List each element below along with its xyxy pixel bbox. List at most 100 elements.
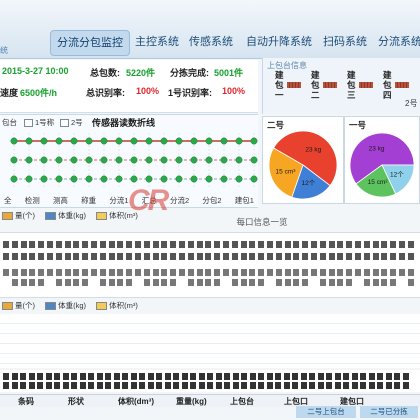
legend-item: 体重(kg) [45,301,86,311]
stats-panel: 2015-3-27 10:00 总包数: 5220件 分拣完成: 5001件 速… [0,60,258,113]
sensor-dot [25,156,33,164]
illegible-glyph-cell [368,382,375,389]
illegible-glyph-cell [223,253,229,260]
illegible-glyph-cell [346,279,353,286]
illegible-glyph-cell [205,241,212,248]
column-header: 形状 [68,397,84,406]
illegible-glyph-cell [275,382,281,389]
illegible-glyph-cell [205,253,212,260]
legend-item: 体积(m³) [96,301,138,311]
sensor-dot [205,137,213,145]
illegible-glyph-cell [64,241,71,248]
illegible-glyph-cell [135,269,141,276]
illegible-glyph-cell [249,269,256,276]
illegible-glyph-cell [241,373,247,380]
sensor-dot [10,175,18,183]
upload-station-title: 上包台信息 [267,61,307,70]
illegible-glyph-cell [105,382,111,389]
illegible-glyph-cell [96,382,103,389]
legend-swatch [2,212,13,221]
sensor-dot [220,175,228,183]
illegible-glyph-cell [198,373,205,380]
sensor-dot [145,156,153,164]
illegible-glyph-cell [317,373,324,380]
illegible-glyph-cell [122,373,128,380]
illegible-glyph-cell [196,269,203,276]
illegible-glyph-cell [249,241,256,248]
illegible-glyph-cell [363,253,370,260]
illegible-glyph-cell [91,269,97,276]
header-bar: 统 分流分包监控 主控系统 传感系统 自动升降系统 扫码系统 分流系统 [0,0,420,59]
illegible-glyph-cell [223,269,229,276]
tab-main-control[interactable]: 主控系统 [134,30,180,54]
datetime-value: 2015-3-27 10:00 [2,66,69,76]
legend-swatch [96,212,108,221]
illegible-glyph-cell [399,269,405,276]
legend-item: 1号称 [24,117,54,128]
illegible-glyph-cell [385,382,392,389]
illegible-glyph-cell [249,382,256,389]
illegible-glyph-cell [249,279,256,286]
sensor-dot [130,137,138,145]
illegible-glyph-cell [198,382,205,389]
illegible-glyph-cell [71,382,77,389]
destination-grid [0,232,420,298]
illegible-glyph-cell [187,253,194,260]
tab-auto-lift-system[interactable]: 自动升降系统 [245,30,313,54]
legend-swatch [45,302,57,311]
illegible-glyph-cell [82,269,89,276]
station-tag[interactable]: 二号上包台 [296,406,356,418]
illegible-glyph-cell [224,373,230,380]
sensor-dot [235,137,243,145]
chart-caption: 传感器读数折线 [92,118,156,128]
legend-label: 体重(kg) [58,211,87,220]
illegible-glyph-cell [328,279,335,286]
illegible-glyph-cell [161,253,168,260]
illegible-glyph-cell [45,382,52,389]
station-label: 建包一 [275,70,284,100]
sensor-dot [205,156,213,164]
sensor-dot [10,156,18,164]
illegible-glyph-cell [173,382,179,389]
illegible-glyph-cell [319,253,326,260]
illegible-glyph-cell [214,269,221,276]
illegible-glyph-cell [232,373,239,380]
illegible-glyph-cell [47,241,53,248]
illegible-glyph-cell [99,241,106,248]
station-tag[interactable]: 二号已分拣 [360,406,418,418]
sensor-dot [55,137,63,145]
illegible-glyph-cell [249,253,256,260]
illegible-glyph-cell [283,373,290,380]
illegible-glyph-cell [88,382,94,389]
column-header: 上包台 [230,397,254,406]
illegible-glyph-cell [300,373,307,380]
sensor-dot [175,137,183,145]
illegible-glyph-cell [381,279,388,286]
sensor-dot [100,137,108,145]
illegible-glyph-cell [161,279,168,286]
station-label: 建包三 [347,70,356,100]
illegible-glyph-cell [337,269,344,276]
illegible-glyph-cell [161,269,168,276]
x-tick-label: 称重 [81,196,97,205]
sorted-done-label: 分拣完成: [170,68,209,78]
illegible-glyph-cell [372,279,379,286]
illegible-glyph-cell [11,373,18,380]
tab-sensor-system[interactable]: 传感系统 [188,30,234,54]
illegible-glyph-cell [190,373,196,380]
illegible-glyph-cell [181,373,188,380]
tab-sorting-system[interactable]: 分流系统 [378,30,420,54]
illegible-glyph-cell [328,241,335,248]
sensor-dot [100,175,108,183]
tab-scanner-system[interactable]: 扫码系统 [322,30,368,54]
illegible-glyph-cell [179,269,185,276]
pie-panel-one: 一号 23 kg 12个 15 cm² [344,116,420,204]
legend-label: 1号称 [35,118,55,127]
illegible-glyph-cell [317,382,324,389]
sensor-dot [190,137,198,145]
legend-swatch [45,212,57,221]
illegible-glyph-cell [284,279,291,286]
tab-sorting-monitor[interactable]: 分流分包监控 [50,30,130,56]
illegible-glyph-cell [156,382,162,389]
column-header: 重量(kg) [176,397,207,406]
